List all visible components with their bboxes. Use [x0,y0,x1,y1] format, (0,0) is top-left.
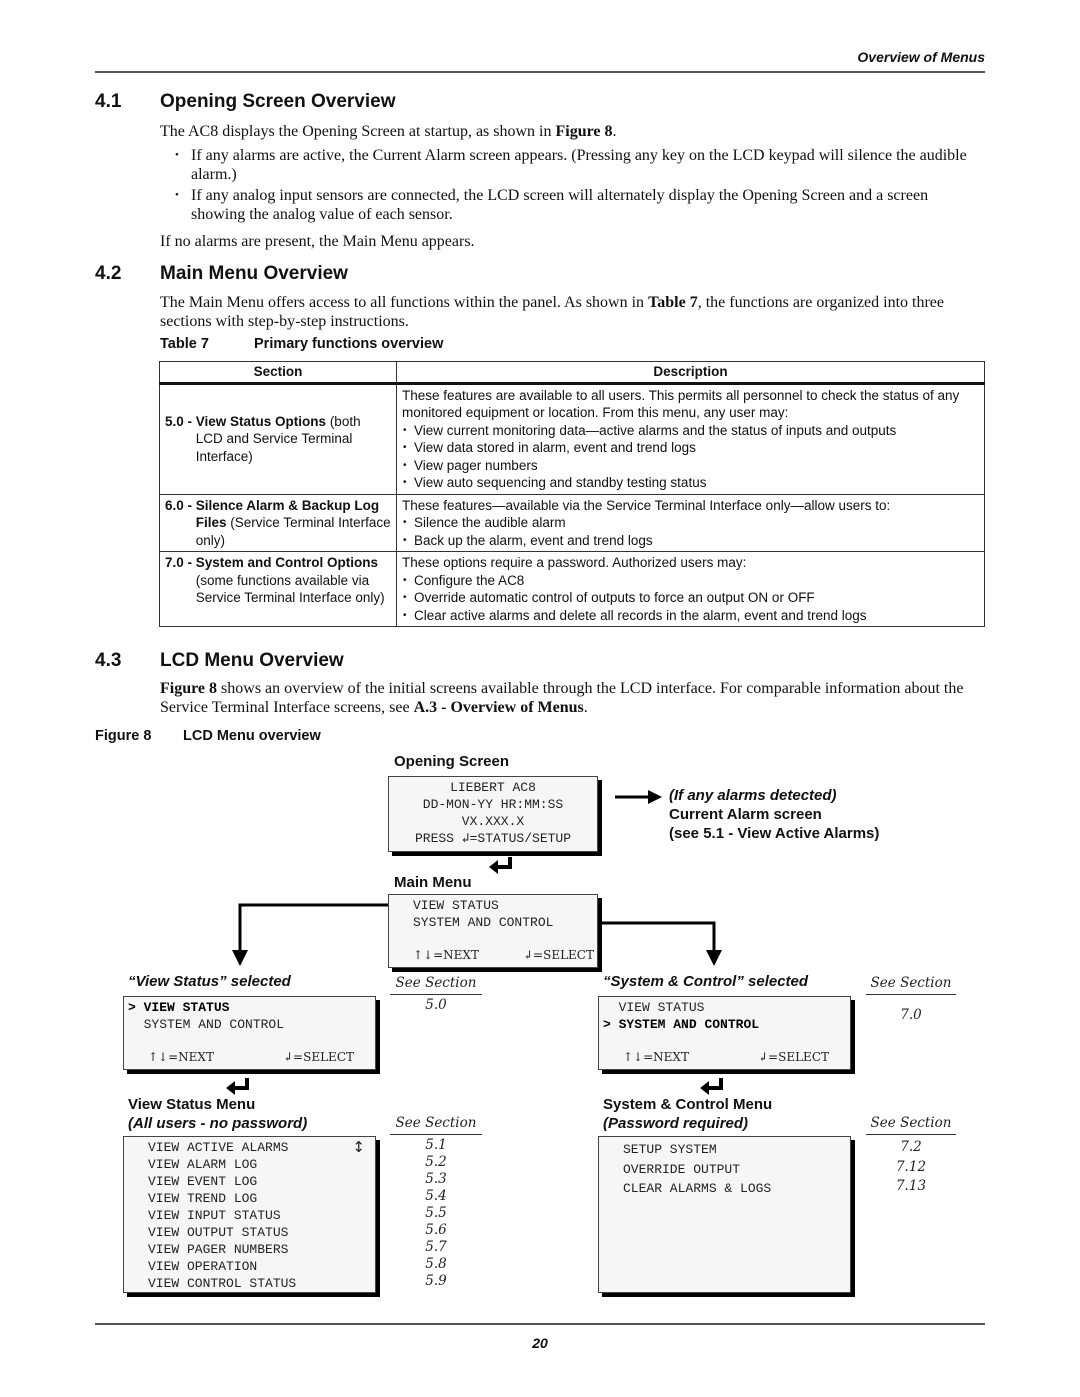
nav-next-hint: ↑↓=NEXT [148,1050,214,1064]
menu-item[interactable]: VIEW PAGER NUMBERS [148,1241,375,1258]
see-section-header: See Section [866,1115,956,1135]
arrowhead-down [706,950,722,966]
view-status-selected-lcd: > VIEW STATUS SYSTEM AND CONTROL ↑↓=NEXT… [123,996,376,1070]
menu-item-system-control[interactable]: SYSTEM AND CONTROL [128,1016,375,1033]
system-control-menu-sublabel: (Password required) [603,1115,749,1132]
enter-arrow-icon [226,1078,249,1095]
see-section-ref: 5.8 [425,1256,447,1272]
see-section-ref: 5.7 [425,1239,447,1255]
arrowhead-down [232,950,248,966]
nav-select-hint: ↲=SELECT [522,948,594,962]
menu-item[interactable]: CLEAR ALARMS & LOGS [623,1179,850,1199]
see-section-ref: 5.1 [425,1137,447,1153]
main-menu-label: Main Menu [394,874,472,891]
menu-item[interactable]: SETUP SYSTEM [623,1140,850,1160]
system-control-selected-lcd: VIEW STATUS > SYSTEM AND CONTROL ↑↓=NEXT… [598,996,851,1070]
alarm-note-screen: Current Alarm screen [669,806,822,823]
page-number: 20 [532,1335,548,1351]
alarm-note: (If any alarms detected) Current Alarm s… [669,786,879,843]
menu-item[interactable]: VIEW OPERATION [148,1258,375,1275]
selection-marker: > [128,1000,136,1015]
menu-item-system-control[interactable]: SYSTEM AND CONTROL [413,914,597,931]
connector-view-status [238,903,403,950]
system-control-selected-label: “System & Control” selected [603,973,809,990]
see-section-ref: 5.6 [425,1222,447,1238]
view-status-menu-sublabel: (All users - no password) [128,1115,308,1132]
menu-item-view-status[interactable]: VIEW STATUS [413,897,597,914]
lcd-line: PRESS ↲=STATUS/SETUP [414,831,572,846]
see-section-ref: 5.0 [425,997,447,1013]
opening-screen-lcd: LIEBERT AC8 DD-MON-YY HR:MM:SS VX.XXX.X … [388,776,598,852]
menu-item[interactable]: VIEW ALARM LOG [148,1156,375,1173]
see-section-column: See Section 7.0 [866,975,956,1024]
see-section-ref: 5.2 [425,1154,447,1170]
lcd-line: DD-MON-YY HR:MM:SS [422,797,564,812]
see-section-header: See Section [390,975,482,995]
see-section-ref: 7.0 [900,1007,922,1023]
see-section-ref: 5.5 [425,1205,447,1221]
menu-item-view-status-selected[interactable]: > VIEW STATUS [128,999,375,1016]
nav-select-hint: ↲=SELECT [758,1050,830,1064]
arrowhead-right [648,790,662,804]
menu-item-view-status[interactable]: VIEW STATUS [603,999,850,1016]
view-status-selected-label: “View Status” selected [128,973,291,990]
see-section-header: See Section [390,1115,482,1135]
see-section-ref: 7.2 [900,1139,922,1155]
view-status-menu-lcd: VIEW ACTIVE ALARMS VIEW ALARM LOG VIEW EVE… [123,1136,376,1293]
menu-item[interactable]: VIEW CONTROL STATUS [148,1275,375,1292]
connector-system-control [594,921,716,950]
see-section-column: See Section 5.1 5.2 5.3 5.4 5.5 5.6 5.7 5.8 5.9 [390,1115,482,1290]
see-section-ref: 7.12 [895,1158,927,1175]
see-section-column: See Section 7.2 7.12 7.13 [866,1115,956,1197]
menu-item[interactable]: OVERRIDE OUTPUT [623,1160,850,1180]
menu-item[interactable]: VIEW INPUT STATUS [148,1207,375,1224]
selected-item-text: SYSTEM AND CONTROL [618,1017,760,1032]
lcd-line: LIEBERT AC8 [450,780,536,795]
view-status-menu-label: View Status Menu [128,1096,256,1113]
main-menu-lcd: VIEW STATUS SYSTEM AND CONTROL ↑↓=NEXT ↲… [388,894,598,968]
system-control-menu-lcd: SETUP SYSTEM OVERRIDE OUTPUT CLEAR ALARMS … [598,1136,851,1293]
item-text: SYSTEM AND CONTROL [143,1017,285,1032]
nav-next-hint: ↑↓=NEXT [623,1050,689,1064]
see-section-column: See Section 5.0 [390,975,482,1014]
selected-item-text: VIEW STATUS [143,1000,230,1015]
alarm-note-reference: (see 5.1 - View Active Alarms) [669,825,880,842]
nav-select-hint: ↲=SELECT [283,1050,355,1064]
menu-item-system-control-selected[interactable]: > SYSTEM AND CONTROL [603,1016,850,1033]
system-control-menu-label: System & Control Menu [603,1096,773,1113]
scroll-updown-icon[interactable]: ↕ [352,1138,365,1156]
menu-item[interactable]: VIEW EVENT LOG [148,1173,375,1190]
enter-arrow-icon [700,1078,723,1095]
see-section-ref: 7.13 [895,1178,927,1194]
see-section-ref: 5.9 [425,1273,447,1289]
opening-screen-label: Opening Screen [394,753,510,770]
see-section-ref: 5.3 [425,1171,447,1187]
nav-next-hint: ↑↓=NEXT [413,948,479,962]
lcd-line: VX.XXX.X [461,814,525,829]
footer-rule [95,1323,985,1325]
see-section-header: See Section [866,975,956,995]
selection-marker: > [603,1017,611,1032]
see-section-ref: 5.4 [425,1188,447,1204]
item-text: VIEW STATUS [618,1000,705,1015]
enter-arrow-icon [489,857,512,874]
alarm-note-condition: (If any alarms detected) [669,787,837,804]
menu-item[interactable]: VIEW OUTPUT STATUS [148,1224,375,1241]
menu-item[interactable]: VIEW TREND LOG [148,1190,375,1207]
menu-item[interactable]: VIEW ACTIVE ALARMS [148,1139,375,1156]
